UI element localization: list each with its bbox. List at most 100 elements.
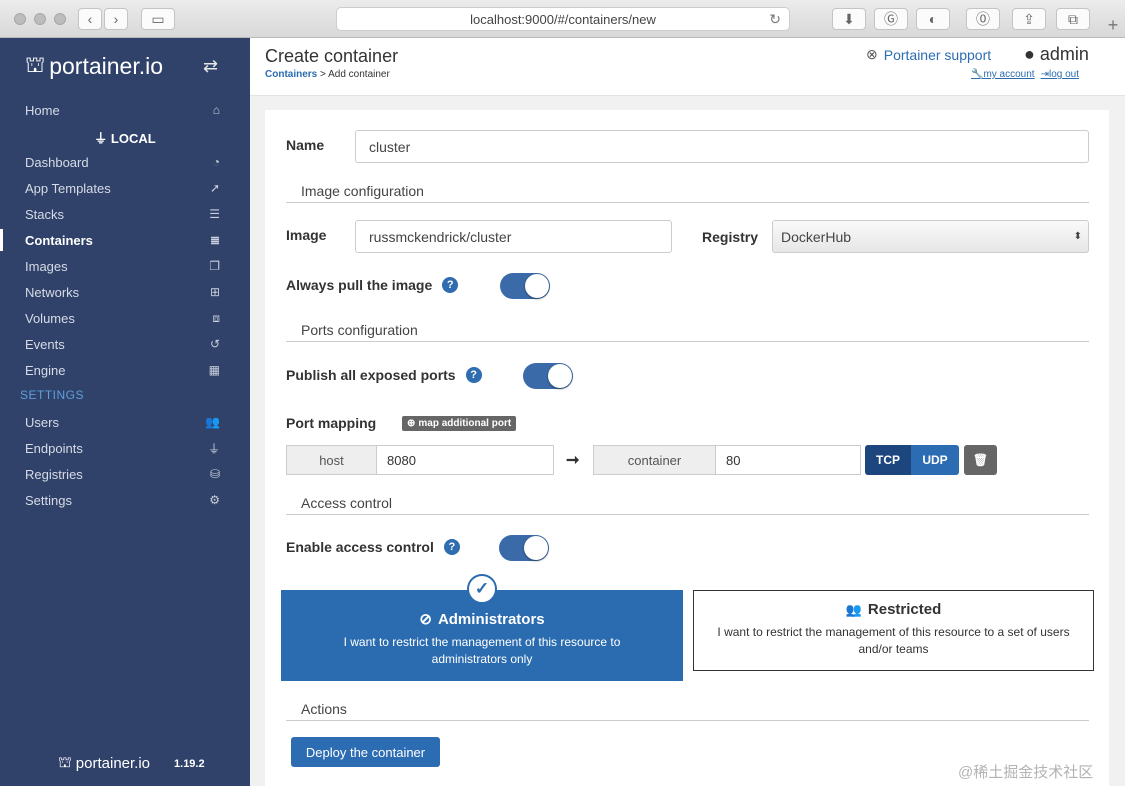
clone-icon: ❐ xyxy=(209,259,220,273)
back-button[interactable]: ‹ xyxy=(78,8,102,30)
tabs-button[interactable]: ⧉ xyxy=(1056,8,1090,30)
portainer-logo[interactable]: ⛫ portainer.io xyxy=(25,46,163,86)
sidebar-item-containers[interactable]: Containers ≣ xyxy=(0,227,250,253)
sidebar-item-users[interactable]: Users 👥 xyxy=(0,409,250,435)
question-circle-icon[interactable]: ? xyxy=(442,277,459,293)
sidebar-item-images[interactable]: Images ❐ xyxy=(0,253,250,279)
sidebar-item-registries[interactable]: Registries ⛁ xyxy=(0,461,250,487)
publish-ports-toggle[interactable] xyxy=(523,363,573,389)
support-label: Portainer support xyxy=(883,46,992,63)
watermark: @稀土掘金技术社区 xyxy=(958,764,1094,781)
reload-icon[interactable]: ↻ xyxy=(769,11,781,28)
user-links: 🔧my account ⇥log out xyxy=(971,69,1079,80)
image-configuration-section: Image configuration xyxy=(286,183,1089,203)
th-icon: ▦ xyxy=(208,363,220,377)
sidebar-item-label: App Templates xyxy=(25,180,111,196)
share-button[interactable]: ⇪ xyxy=(1012,8,1046,30)
sidebar-item-stacks[interactable]: Stacks ☰ xyxy=(0,201,250,227)
th-list-icon: ☰ xyxy=(209,207,220,221)
sidebar-item-events[interactable]: Events ↺ xyxy=(0,331,250,357)
sidebar-item-engine[interactable]: Engine ▦ xyxy=(0,357,250,383)
sidebar-item-label: Users xyxy=(25,414,59,430)
sidebar-item-endpoints[interactable]: Endpoints ⏚ xyxy=(0,435,250,461)
access-control-row: Enable access control ? xyxy=(286,539,460,555)
close-window-button[interactable] xyxy=(14,13,26,25)
check-icon: ✓ xyxy=(467,574,497,604)
minimize-window-button[interactable] xyxy=(34,13,46,25)
access-control-toggle[interactable] xyxy=(499,535,549,561)
question-circle-icon[interactable]: ? xyxy=(443,539,460,555)
new-tab-button[interactable]: + xyxy=(1101,14,1125,38)
port-mapping-label: Port mapping xyxy=(286,415,377,431)
sidebar-item-label: Containers xyxy=(25,232,93,248)
udp-button[interactable]: UDP xyxy=(911,445,959,475)
sidebar: ⛫ portainer.io ⇄ Home ⌂ ⏚ LOCAL Dashboar… xyxy=(0,38,250,786)
version-label: 1.19.2 xyxy=(174,757,205,770)
sidebar-item-home[interactable]: Home ⌂ xyxy=(0,97,250,123)
sidebar-item-label: Events xyxy=(25,336,65,352)
sidebar-item-label: Endpoints xyxy=(25,440,83,456)
access-control-label: Enable access control xyxy=(286,539,434,555)
extension-g-icon: Ⓖ xyxy=(884,11,898,27)
sidebar-item-networks[interactable]: Networks ⊞ xyxy=(0,279,250,305)
always-pull-row: Always pull the image ? xyxy=(286,277,459,293)
question-circle-icon[interactable]: ? xyxy=(465,367,482,383)
image-input[interactable]: russmckendrick/cluster xyxy=(355,220,672,253)
zoom-window-button[interactable] xyxy=(54,13,66,25)
sidebar-item-dashboard[interactable]: Dashboard ◔ xyxy=(0,149,250,175)
container-port-input[interactable]: 80 xyxy=(715,445,861,475)
always-pull-toggle[interactable] xyxy=(500,273,550,299)
trash-icon: 🗑 xyxy=(972,453,989,467)
users-icon: 👥 xyxy=(205,415,220,429)
download-button[interactable]: ⬇ xyxy=(832,8,866,30)
access-control-section: Access control xyxy=(286,495,1089,515)
dashboard-icon: ◔ xyxy=(212,155,220,169)
deploy-container-button[interactable]: Deploy the container xyxy=(291,737,440,767)
username: admin xyxy=(1039,44,1089,64)
extension-toggle-button[interactable]: ◐ xyxy=(916,8,950,30)
chevron-left-icon: ‹ xyxy=(87,11,93,27)
sign-out-icon: ⇥ xyxy=(1040,69,1049,80)
breadcrumb-containers-link[interactable]: Containers xyxy=(265,69,317,80)
sidebar-footer: ⛫ portainer.io 1.19.2 xyxy=(58,754,205,773)
breadcrumb: Containers > Add container xyxy=(265,69,390,80)
host-addon: host xyxy=(286,445,377,475)
log-out-link[interactable]: ⇥log out xyxy=(1041,69,1079,80)
name-input[interactable]: cluster xyxy=(355,130,1089,163)
eye-slash-icon: ⊘ xyxy=(419,611,432,628)
publish-ports-label: Publish all exposed ports xyxy=(286,367,456,383)
registry-label: Registry xyxy=(702,229,759,245)
swap-endpoint-icon[interactable]: ⇄ xyxy=(203,56,218,77)
host-port-input[interactable]: 8080 xyxy=(376,445,554,475)
map-additional-port-button[interactable]: ⊕ map additional port xyxy=(402,416,517,431)
remove-port-button[interactable]: 🗑 xyxy=(964,445,997,475)
sidebar-item-volumes[interactable]: Volumes ⧈ xyxy=(0,305,250,331)
rocket-icon: ➚ xyxy=(209,181,220,195)
page-header: Create container Containers > Add contai… xyxy=(250,38,1125,96)
breadcrumb-current: Add container xyxy=(328,69,390,80)
sidebar-toggle-button[interactable]: ▭ xyxy=(141,8,175,30)
restricted-option[interactable]: 👥 Restricted I want to restrict the mana… xyxy=(693,590,1094,671)
container-addon: container xyxy=(593,445,716,475)
toggle-icon: ◐ xyxy=(928,11,938,27)
sidebar-icon: ▭ xyxy=(151,10,165,27)
page-title: Create container xyxy=(265,46,399,66)
chevron-right-icon: › xyxy=(113,11,119,27)
sidebar-item-app-templates[interactable]: App Templates ➚ xyxy=(0,175,250,201)
support-link[interactable]: ⊗ Portainer support xyxy=(866,46,991,63)
extension-g-button[interactable]: Ⓖ xyxy=(874,8,908,30)
sitemap-icon: ⊞ xyxy=(209,285,220,299)
tcp-button[interactable]: TCP xyxy=(865,445,911,475)
registry-select[interactable]: DockerHub ⬍ xyxy=(772,220,1089,253)
restricted-title: 👥 Restricted xyxy=(845,601,942,618)
sidebar-item-settings[interactable]: Settings ⚙ xyxy=(0,487,250,513)
sidebar-item-label: Images xyxy=(25,258,68,274)
url-text: localhost:9000/#/containers/new xyxy=(470,11,656,27)
forward-button[interactable]: › xyxy=(104,8,128,30)
my-account-link[interactable]: 🔧my account xyxy=(971,69,1035,80)
footer-logo-text: portainer.io xyxy=(75,755,151,772)
extension-1password-button[interactable]: ⓪ xyxy=(966,8,1000,30)
endpoint-name: ⏚ LOCAL xyxy=(94,131,156,146)
administrators-title: ⊘ Administrators xyxy=(419,610,545,629)
address-bar[interactable]: localhost:9000/#/containers/new ↻ xyxy=(336,7,790,31)
